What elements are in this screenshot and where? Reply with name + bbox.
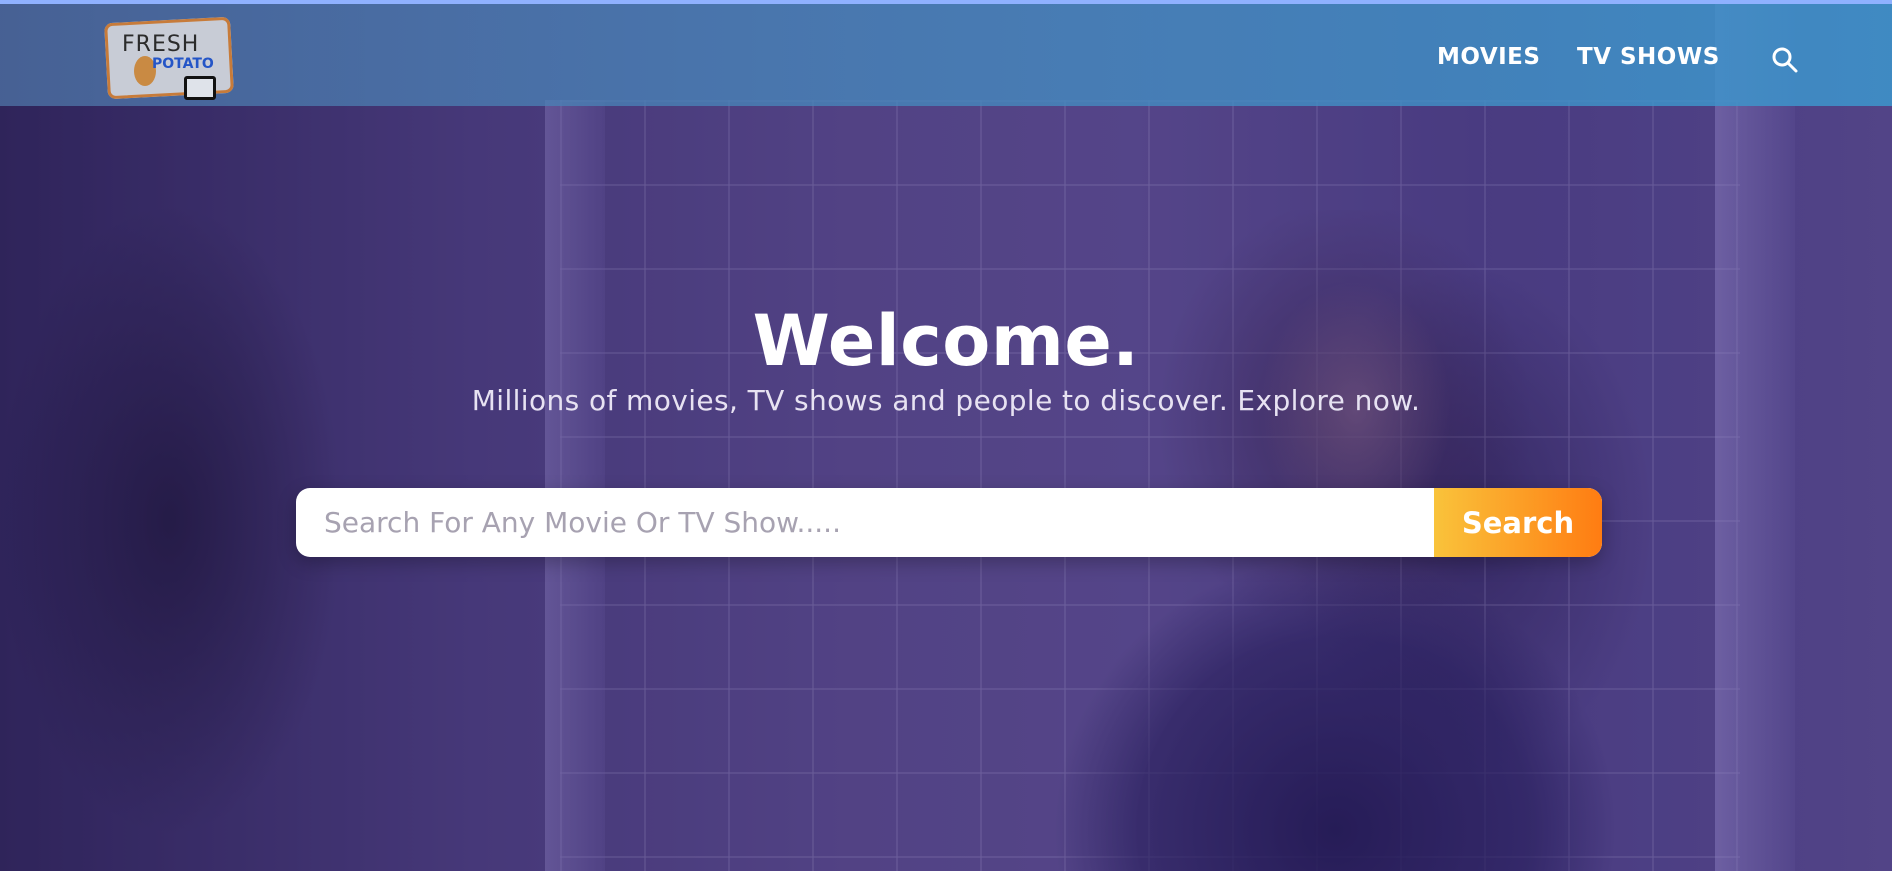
hero-search-button[interactable]: Search (1434, 488, 1602, 557)
site-header: FRESH POTATO MOVIES TV SHOWS (0, 4, 1892, 106)
search-icon-svg (1772, 47, 1798, 73)
search-icon[interactable] (1770, 45, 1800, 75)
nav-tv-shows[interactable]: TV SHOWS (1577, 44, 1720, 70)
hero-search-input[interactable] (296, 488, 1434, 557)
top-accent-line (0, 0, 1892, 4)
nav-movies[interactable]: MOVIES (1437, 44, 1540, 70)
page: FRESH POTATO MOVIES TV SHOWS Welcome. Mi… (0, 0, 1892, 871)
tv-icon (184, 76, 216, 100)
hero-search-bar: Search (296, 488, 1602, 557)
main-nav: MOVIES TV SHOWS (0, 44, 1892, 74)
hero-section: Welcome. Millions of movies, TV shows an… (0, 0, 1892, 871)
hero-subtitle: Millions of movies, TV shows and people … (471, 384, 1421, 417)
hero-title: Welcome. (752, 300, 1140, 382)
